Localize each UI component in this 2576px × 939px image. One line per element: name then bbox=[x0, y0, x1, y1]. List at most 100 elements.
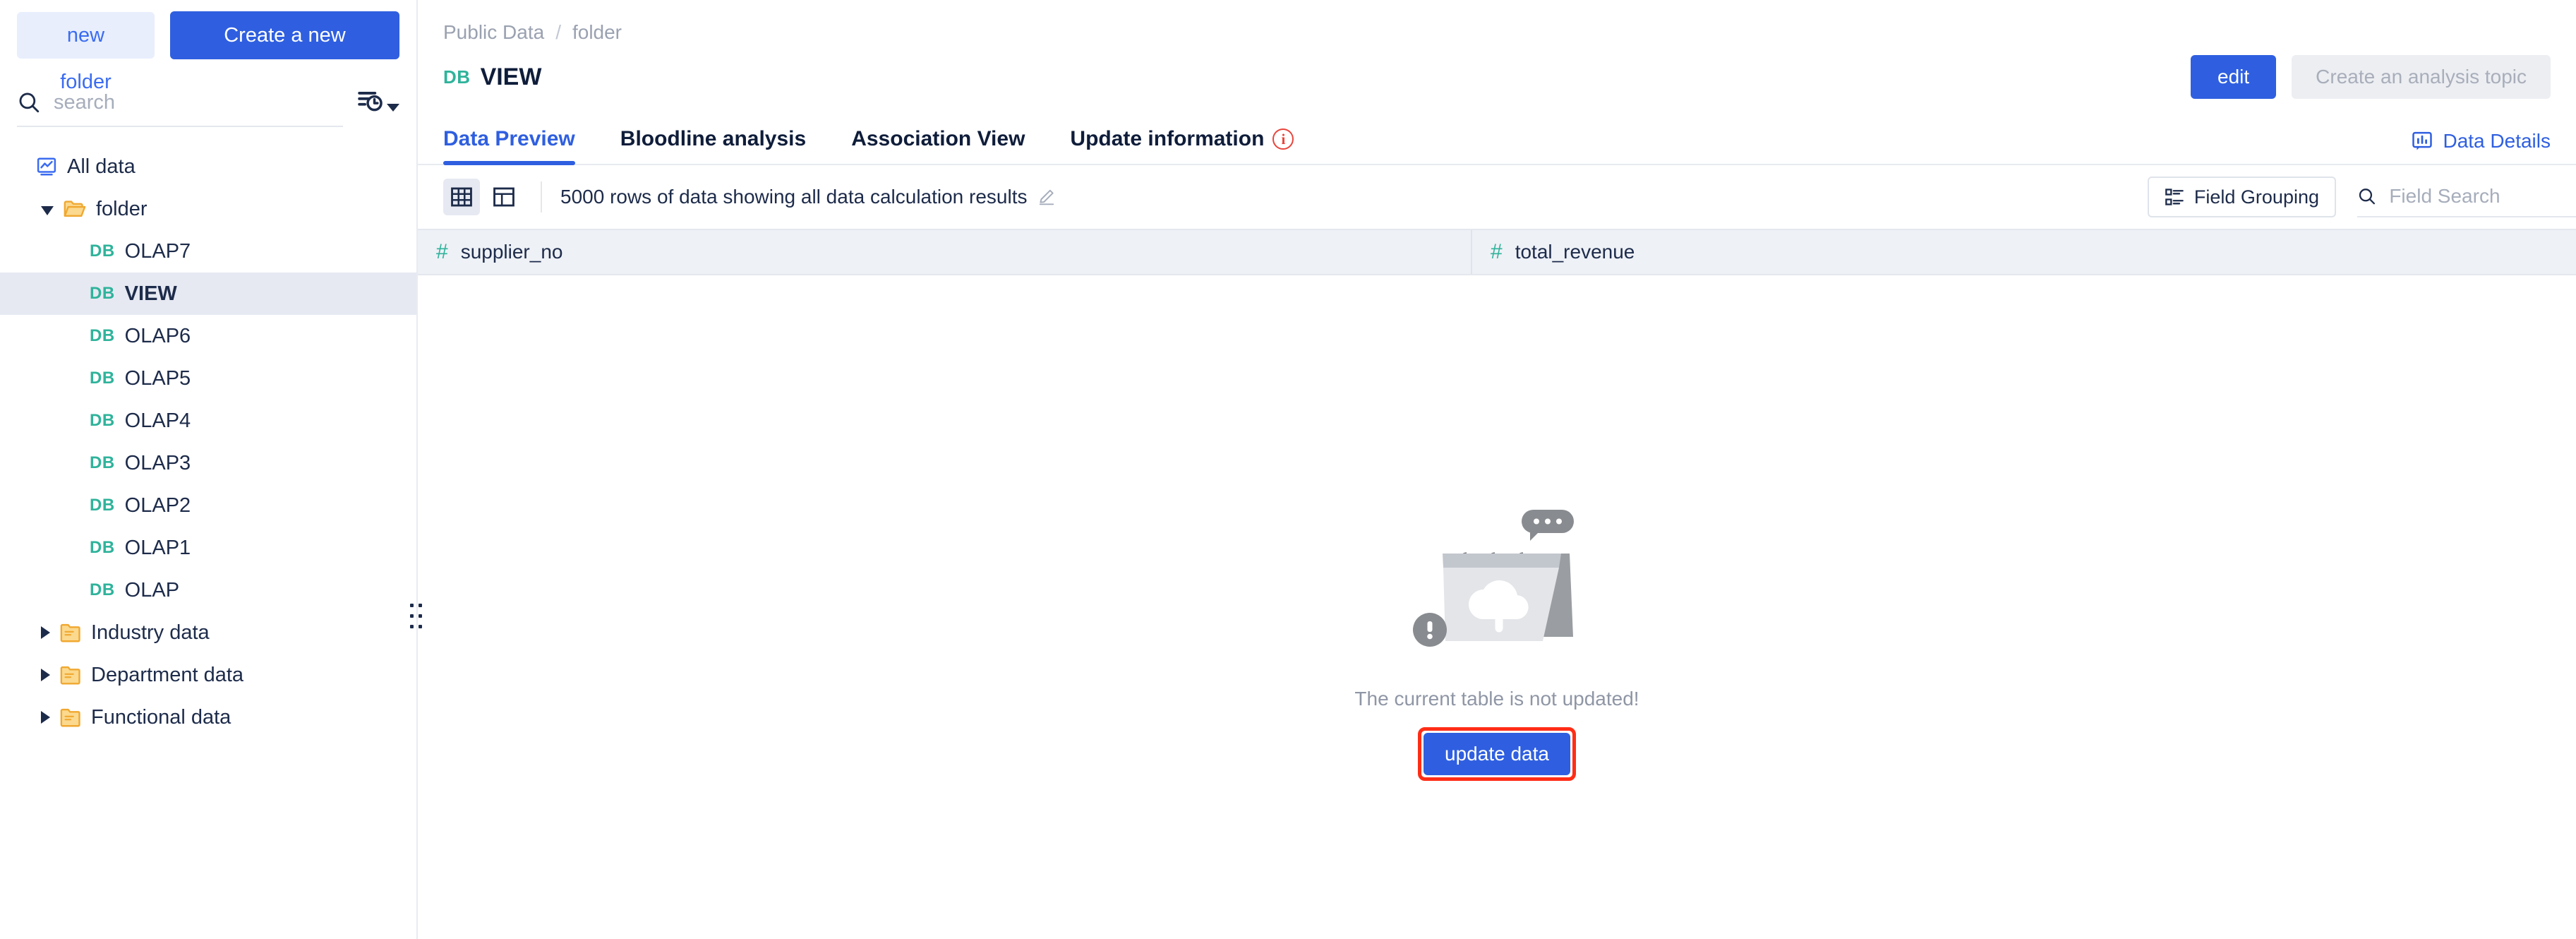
field-grouping-label: Field Grouping bbox=[2194, 186, 2319, 208]
app-root: new folder Create a new dataset bbox=[0, 0, 2576, 939]
chart-monitor-icon bbox=[36, 156, 57, 177]
db-badge-icon: DB bbox=[443, 66, 471, 88]
field-search-field[interactable] bbox=[2357, 177, 2576, 217]
tree-item-olap3[interactable]: DBOLAP3 bbox=[0, 442, 416, 484]
number-type-icon: # bbox=[436, 240, 448, 264]
table-column-header-supplier-no[interactable]: # supplier_no bbox=[418, 230, 1472, 274]
chevron-down-icon[interactable] bbox=[41, 206, 54, 215]
folder-closed-icon bbox=[60, 665, 81, 685]
field-search-input[interactable] bbox=[2389, 185, 2576, 208]
tab-association-view[interactable]: Association View bbox=[851, 127, 1025, 164]
folder-closed-icon bbox=[60, 623, 81, 642]
chevron-right-icon[interactable] bbox=[41, 626, 50, 639]
tree-item-label: OLAP4 bbox=[125, 409, 191, 433]
tab-label: Data Preview bbox=[443, 127, 575, 151]
tree-item-olap1[interactable]: DB OLAP1 bbox=[0, 527, 416, 569]
breadcrumb-separator: / bbox=[555, 21, 561, 44]
search-input[interactable] bbox=[54, 91, 343, 114]
edit-pencil-icon[interactable] bbox=[1037, 188, 1056, 206]
view-toggle-group bbox=[443, 179, 522, 215]
tree-item-folder[interactable]: folder bbox=[0, 188, 416, 230]
page-title: VIEW bbox=[481, 64, 542, 91]
tree-item-label: All data bbox=[67, 155, 136, 179]
breadcrumb-item-folder[interactable]: folder bbox=[572, 21, 622, 44]
field-grouping-icon bbox=[2165, 187, 2184, 207]
tree-item-olap[interactable]: DBOLAP bbox=[0, 569, 416, 611]
tree-item-all-data[interactable]: All data bbox=[0, 145, 416, 188]
toolbar-right-group: Field Grouping bbox=[2148, 177, 2576, 217]
chevron-right-icon[interactable] bbox=[41, 669, 50, 681]
tree-item-label: OLAP7 bbox=[125, 240, 191, 263]
sort-by-time-button[interactable] bbox=[357, 88, 399, 119]
grid-view-icon bbox=[450, 185, 474, 209]
tree-item-industry-data[interactable]: Industry data bbox=[0, 611, 416, 654]
tree-item-olap7[interactable]: DB OLAP7 bbox=[0, 230, 416, 273]
table-header-row: # supplier_no # total_revenue bbox=[418, 229, 2576, 275]
db-icon: DB bbox=[90, 241, 115, 261]
tab-data-preview[interactable]: Data Preview bbox=[443, 127, 575, 164]
db-icon: DB bbox=[90, 538, 115, 558]
tab-update-information[interactable]: Update information i bbox=[1070, 127, 1294, 164]
db-icon: DB bbox=[90, 369, 115, 388]
tree-item-label: OLAP1 bbox=[125, 537, 191, 560]
rows-info: 5000 rows of data showing all data calcu… bbox=[560, 186, 1056, 208]
tab-label: Update information bbox=[1070, 127, 1264, 151]
table-toolbar: 5000 rows of data showing all data calcu… bbox=[418, 165, 2576, 229]
search-icon bbox=[17, 90, 41, 114]
rows-info-text: 5000 rows of data showing all data calcu… bbox=[560, 186, 1028, 208]
tab-bloodline-analysis[interactable]: Bloodline analysis bbox=[620, 127, 806, 164]
create-analysis-topic-button[interactable]: Create an analysis topic bbox=[2292, 55, 2551, 99]
number-type-icon: # bbox=[1491, 240, 1503, 264]
field-grouping-button[interactable]: Field Grouping bbox=[2148, 177, 2336, 217]
tree-item-department-data[interactable]: Department data bbox=[0, 654, 416, 696]
breadcrumb: Public Data / folder bbox=[418, 0, 2576, 44]
tree-item-label: Department data bbox=[91, 664, 243, 687]
sidebar-search-row bbox=[17, 79, 399, 127]
column-header-label: supplier_no bbox=[461, 241, 563, 263]
tree-item-view[interactable]: DBVIEW bbox=[0, 273, 416, 315]
breadcrumb-item-public-data[interactable]: Public Data bbox=[443, 21, 544, 44]
tree-item-olap6[interactable]: DB OLAP6 bbox=[0, 315, 416, 357]
sidebar-action-buttons: new folder Create a new dataset bbox=[0, 0, 416, 59]
empty-state: The current table is not updated! update… bbox=[418, 275, 2576, 781]
tree-item-label: OLAP bbox=[125, 579, 179, 602]
split-view-toggle[interactable] bbox=[486, 179, 522, 215]
main-panel: Public Data / folder DB VIEW edit Create… bbox=[418, 0, 2576, 939]
update-data-highlight-ring: update data bbox=[1418, 727, 1576, 781]
tree-item-label: OLAP3 bbox=[125, 452, 191, 475]
folder-open-icon bbox=[64, 198, 86, 220]
tree-item-label: folder bbox=[96, 198, 148, 221]
info-icon: i bbox=[1272, 128, 1294, 150]
tree-item-olap2[interactable]: DBOLAP2 bbox=[0, 484, 416, 527]
chevron-right-icon[interactable] bbox=[41, 711, 50, 724]
tree-item-label: Functional data bbox=[91, 706, 231, 729]
sidebar-resize-handle[interactable] bbox=[410, 604, 423, 632]
grid-view-toggle[interactable] bbox=[443, 179, 480, 215]
data-details-link[interactable]: Data Details bbox=[2412, 130, 2551, 152]
tree-item-functional-data[interactable]: Functional data bbox=[0, 696, 416, 738]
new-folder-button[interactable]: new folder bbox=[17, 12, 155, 59]
tree-item-olap5[interactable]: DB OLAP5 bbox=[0, 357, 416, 400]
header-actions: edit Create an analysis topic bbox=[2191, 55, 2551, 99]
tree-item-label: OLAP5 bbox=[125, 367, 191, 390]
db-icon: DB bbox=[90, 411, 115, 431]
folder-closed-icon bbox=[60, 707, 81, 727]
table-column-header-total-revenue[interactable]: # total_revenue bbox=[1472, 230, 2576, 274]
toolbar-divider bbox=[541, 181, 542, 213]
sort-time-icon bbox=[357, 88, 384, 114]
tree-item-label: OLAP6 bbox=[125, 325, 191, 348]
data-tree: All datafolderDBOLAP7DBVIEWDBOLAP6DBOLAP… bbox=[0, 145, 416, 738]
sidebar: new folder Create a new dataset bbox=[0, 0, 418, 939]
create-new-dataset-button[interactable]: Create a new dataset bbox=[170, 11, 399, 59]
sidebar-search-field[interactable] bbox=[17, 79, 343, 127]
tree-item-label: OLAP2 bbox=[125, 494, 191, 518]
update-data-button[interactable]: update data bbox=[1424, 733, 1570, 775]
db-icon: DB bbox=[90, 326, 115, 346]
tab-label: Association View bbox=[851, 127, 1025, 151]
tab-label: Bloodline analysis bbox=[620, 127, 806, 151]
column-header-label: total_revenue bbox=[1515, 241, 1635, 263]
edit-button[interactable]: edit bbox=[2191, 55, 2276, 99]
db-icon: DB bbox=[90, 284, 115, 304]
search-icon bbox=[2357, 185, 2376, 208]
tree-item-olap4[interactable]: DB OLAP4 bbox=[0, 400, 416, 442]
